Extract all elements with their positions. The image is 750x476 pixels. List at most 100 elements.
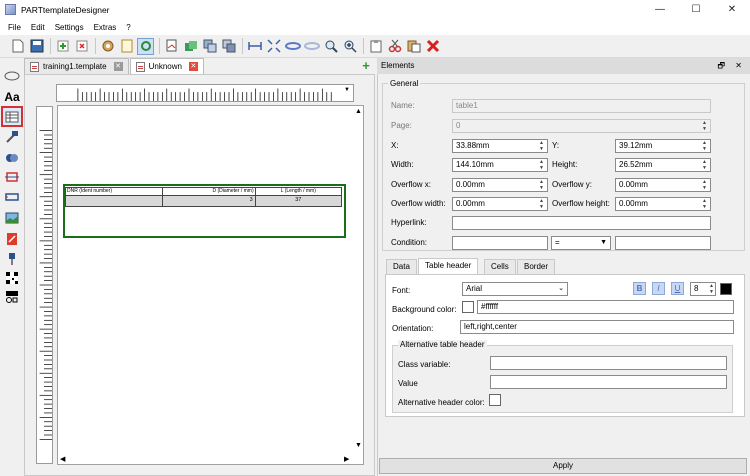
condition-operator-select[interactable]: = ▼: [551, 236, 611, 250]
add-icon[interactable]: [54, 38, 71, 55]
font-select[interactable]: Arial ⌄: [462, 282, 568, 296]
layers-icon[interactable]: [201, 38, 218, 55]
clipboard-icon[interactable]: [367, 38, 384, 55]
boolean-icon[interactable]: [3, 148, 21, 165]
ruler-menu-icon[interactable]: ▼: [344, 87, 350, 93]
page-icon[interactable]: [118, 38, 135, 55]
overflow-width-spinner[interactable]: ▲ ▼: [537, 198, 546, 210]
font-color-swatch[interactable]: [720, 283, 732, 295]
page-spinner[interactable]: ▲ ▼: [700, 120, 709, 132]
copy-layer-icon[interactable]: [220, 38, 237, 55]
zoom-out-icon[interactable]: [322, 38, 339, 55]
minimize-button[interactable]: —: [642, 0, 678, 19]
delete-icon[interactable]: [73, 38, 90, 55]
table-tool-icon[interactable]: [1, 106, 23, 127]
overflow-y-field[interactable]: 0.00mm: [615, 178, 711, 192]
value-field[interactable]: [490, 375, 727, 389]
overflow-x-field[interactable]: 0.00mm: [452, 178, 548, 192]
settings-icon[interactable]: [99, 38, 116, 55]
condition-right-field[interactable]: [615, 236, 711, 250]
height-field[interactable]: 26.52mm: [615, 158, 711, 172]
tab-data[interactable]: Data: [386, 259, 417, 274]
export-icon[interactable]: [182, 38, 199, 55]
unlink-icon[interactable]: [303, 38, 320, 55]
save-icon[interactable]: [28, 38, 45, 55]
panel-window-controls[interactable]: 🗗 ✕: [718, 58, 746, 74]
background-color-field[interactable]: #ffffff: [477, 300, 734, 314]
name-field[interactable]: table1: [452, 99, 711, 113]
width-field[interactable]: 144.10mm: [452, 158, 548, 172]
hyperlink-field[interactable]: [452, 216, 711, 230]
elements-panel-title: Elements 🗗 ✕: [377, 58, 750, 74]
print-preview-icon[interactable]: [163, 38, 180, 55]
x-spinner[interactable]: ▲ ▼: [537, 140, 546, 152]
scroll-right-icon[interactable]: ▶: [344, 455, 349, 463]
link-icon[interactable]: [284, 38, 301, 55]
menu-edit[interactable]: Edit: [26, 23, 50, 32]
scroll-left-icon[interactable]: ◀: [60, 455, 65, 463]
apply-button[interactable]: Apply: [379, 458, 747, 474]
cut-icon[interactable]: [386, 38, 403, 55]
scroll-down-icon[interactable]: ▼: [355, 442, 362, 449]
template-page[interactable]: [57, 105, 364, 465]
alternative-header-color-swatch[interactable]: [489, 394, 501, 406]
horizontal-ruler: [56, 84, 354, 102]
menu-help[interactable]: ?: [121, 23, 135, 32]
close-button[interactable]: ✕: [714, 0, 750, 19]
height-spinner[interactable]: ▲ ▼: [700, 159, 709, 171]
scroll-up-icon[interactable]: ▲: [355, 108, 362, 115]
background-color-swatch[interactable]: [462, 301, 474, 313]
text-tool-icon[interactable]: Aa: [3, 88, 21, 105]
image-icon[interactable]: [3, 209, 21, 226]
overflow-y-spinner[interactable]: ▲ ▼: [700, 179, 709, 191]
ellipse-icon[interactable]: [3, 67, 21, 84]
close-tab-icon[interactable]: ✕: [113, 62, 123, 71]
underline-button[interactable]: U: [671, 282, 684, 295]
alternative-header-color-label: Alternative header color:: [398, 398, 485, 407]
overflow-x-spinner[interactable]: ▲ ▼: [537, 179, 546, 191]
x-field[interactable]: 33.88mm: [452, 139, 548, 153]
tab-cells[interactable]: Cells: [484, 259, 516, 274]
overflow-height-field[interactable]: 0.00mm: [615, 197, 711, 211]
refresh-icon[interactable]: [137, 37, 154, 55]
qr-code-icon[interactable]: [3, 269, 21, 286]
page-field[interactable]: 0: [452, 119, 711, 133]
bold-button[interactable]: B: [633, 282, 646, 295]
new-document-icon[interactable]: [9, 38, 26, 55]
zoom-in-icon[interactable]: [341, 38, 358, 55]
close-tab-icon[interactable]: ✕: [188, 62, 198, 71]
measure-icon[interactable]: [3, 168, 21, 185]
alternative-header-title: Alternative table header: [398, 340, 487, 349]
italic-button[interactable]: I: [652, 282, 665, 295]
tab-table-header[interactable]: Table header: [418, 258, 479, 274]
paste-icon[interactable]: [405, 38, 422, 55]
height-label: Height:: [552, 160, 578, 169]
maximize-button[interactable]: ☐: [678, 0, 714, 19]
overflow-width-field[interactable]: 0.00mm: [452, 197, 548, 211]
menu-settings[interactable]: Settings: [50, 23, 89, 32]
table-header-cell: DNR (Ident number): [66, 188, 164, 195]
menu-file[interactable]: File: [3, 23, 26, 32]
remove-icon[interactable]: [424, 38, 441, 55]
orientation-field[interactable]: left,right,center: [460, 320, 734, 334]
overflow-height-spinner[interactable]: ▲ ▼: [700, 198, 709, 210]
hammer-icon[interactable]: [3, 128, 21, 145]
tab-border[interactable]: Border: [517, 259, 556, 274]
y-field[interactable]: 39.12mm: [615, 139, 711, 153]
ruler-icon[interactable]: [3, 188, 21, 205]
width-spinner[interactable]: ▲ ▼: [537, 159, 546, 171]
vertical-ruler: [36, 106, 53, 464]
tab-training1-template[interactable]: training1.template ✕: [24, 58, 129, 74]
class-variable-field[interactable]: [490, 356, 727, 370]
condition-left-field[interactable]: [452, 236, 548, 250]
stretch-horizontal-icon[interactable]: [246, 38, 263, 55]
tab-unknown[interactable]: Unknown ✕: [129, 58, 204, 74]
pin-icon[interactable]: [3, 250, 21, 267]
font-size-spinner[interactable]: ▲ ▼: [707, 283, 716, 295]
fit-icon[interactable]: [265, 38, 282, 55]
barcode-icon[interactable]: [3, 288, 21, 305]
add-tab-icon[interactable]: +: [360, 59, 372, 72]
y-spinner[interactable]: ▲ ▼: [700, 140, 709, 152]
menu-extras[interactable]: Extras: [89, 23, 122, 32]
pdf-icon[interactable]: [3, 230, 21, 247]
